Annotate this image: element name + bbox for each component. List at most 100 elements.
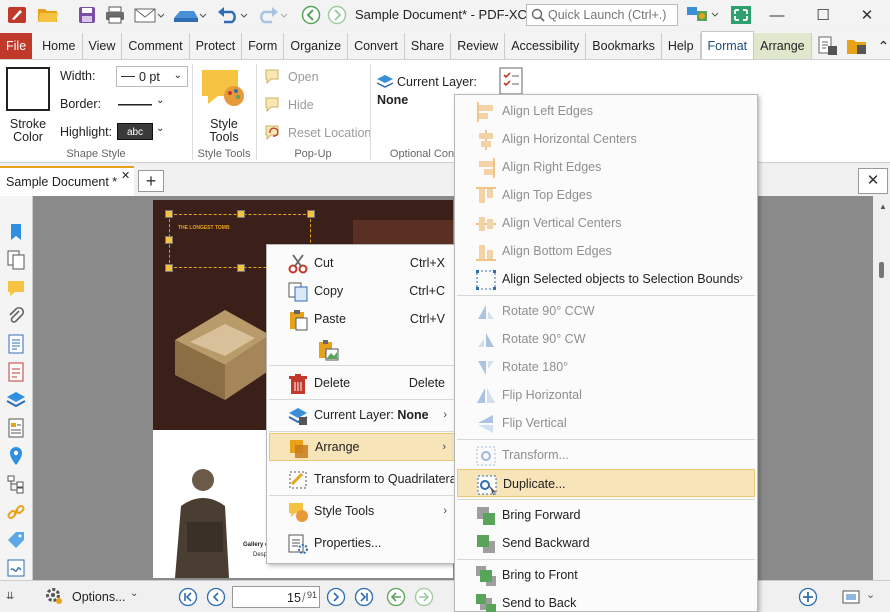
customize-toolbar-icon[interactable] [684, 4, 722, 26]
scrollbar-thumb[interactable] [879, 262, 884, 278]
structure-icon[interactable] [6, 474, 26, 494]
forward-icon[interactable] [326, 4, 348, 26]
stroke-color-swatch[interactable] [6, 67, 50, 111]
submenu-align-hcenter[interactable]: Align Horizontal Centers [457, 125, 755, 153]
tool-icon-a[interactable] [812, 33, 842, 59]
submenu-send-to-back[interactable]: Send to Back [457, 589, 755, 612]
selection-handle[interactable] [237, 210, 245, 218]
menu-item-style-tools[interactable]: Style Tools › [269, 497, 455, 525]
menu-item-delete[interactable]: Delete Delete [269, 369, 455, 397]
selection-handle[interactable] [237, 264, 245, 272]
submenu-rotate-180[interactable]: Rotate 180° [457, 353, 755, 381]
quick-launch[interactable] [526, 4, 678, 26]
submenu-align-vcenter[interactable]: Align Vertical Centers [457, 209, 755, 237]
menu-item-paste-image[interactable] [269, 335, 455, 363]
open-folder-icon[interactable] [34, 4, 62, 26]
style-tools-button[interactable]: Style Tools [198, 118, 250, 144]
fields-icon[interactable] [6, 362, 26, 382]
vertical-scrollbar[interactable]: ▲ [873, 196, 890, 580]
selection-handle[interactable] [307, 210, 315, 218]
undo-icon[interactable] [214, 4, 250, 26]
tab-format[interactable]: Format [700, 31, 755, 59]
tab-accessibility[interactable]: Accessibility [505, 33, 587, 59]
tab-file[interactable]: File [0, 33, 33, 59]
new-tab-button[interactable]: + [138, 170, 164, 192]
tab-help[interactable]: Help [662, 33, 701, 59]
email-icon[interactable] [132, 4, 166, 26]
close-window-button[interactable]: ✕ [844, 0, 890, 30]
tab-arrange[interactable]: Arrange [754, 33, 812, 59]
options-button[interactable]: Options... [72, 590, 126, 604]
page-layout-icon[interactable] [842, 589, 860, 605]
signatures-icon[interactable] [6, 558, 26, 578]
width-dropdown[interactable]: 0 pt ⌄ [116, 66, 188, 87]
menu-item-cut[interactable]: Cut Ctrl+X [269, 249, 455, 277]
menu-item-arrange[interactable]: Arrange › [269, 433, 455, 461]
tab-review[interactable]: Review [451, 33, 506, 59]
previous-page-icon[interactable] [206, 587, 226, 607]
destinations-icon[interactable] [6, 446, 26, 466]
tags-icon[interactable] [6, 418, 26, 438]
menu-item-paste[interactable]: Paste Ctrl+V [269, 305, 455, 333]
submenu-transform[interactable]: Transform... [457, 441, 755, 469]
submenu-rotate-cw[interactable]: Rotate 90° CW [457, 325, 755, 353]
tab-bookmarks[interactable]: Bookmarks [586, 33, 662, 59]
save-icon[interactable] [76, 4, 98, 26]
comments-icon[interactable] [6, 278, 26, 298]
content-icon[interactable] [6, 334, 26, 354]
submenu-duplicate[interactable]: Duplicate... [457, 469, 755, 497]
close-document-button[interactable]: ✕ [858, 168, 888, 194]
back-view-icon[interactable] [386, 587, 406, 607]
print-icon[interactable] [104, 4, 126, 26]
menu-item-properties[interactable]: Properties... [269, 529, 455, 557]
current-layer-value[interactable]: None [377, 93, 408, 107]
bookmarks-icon[interactable] [6, 222, 26, 242]
pages-icon[interactable] [6, 250, 26, 270]
selection-handle[interactable] [165, 236, 173, 244]
links-icon[interactable] [6, 502, 26, 522]
reset-location-button[interactable]: Reset Location [288, 126, 371, 140]
close-tab-icon[interactable]: ✕ [121, 169, 130, 182]
selection-handle[interactable] [165, 210, 173, 218]
submenu-align-right[interactable]: Align Right Edges [457, 153, 755, 181]
selection-handle[interactable] [165, 264, 173, 272]
tab-view[interactable]: View [83, 33, 123, 59]
layers-panel-icon[interactable] [6, 390, 26, 410]
menu-item-copy[interactable]: Copy Ctrl+C [269, 277, 455, 305]
tab-organize[interactable]: Organize [284, 33, 349, 59]
scan-icon[interactable] [170, 4, 208, 26]
page-number-field[interactable]: 15 / 91 [232, 586, 320, 608]
submenu-rotate-ccw[interactable]: Rotate 90° CCW [457, 297, 755, 325]
submenu-align-to-bounds[interactable]: Align Selected objects to Selection Boun… [457, 265, 755, 293]
submenu-align-left[interactable]: Align Left Edges [457, 97, 755, 125]
zoom-in-icon[interactable] [798, 587, 818, 607]
hide-popup-button[interactable]: Hide [288, 98, 314, 112]
maximize-button[interactable]: ☐ [800, 0, 846, 30]
menu-item-current-layer[interactable]: Current Layer: None › [269, 401, 455, 429]
attachments-icon[interactable] [6, 306, 26, 326]
submenu-flip-horizontal[interactable]: Flip Horizontal [457, 381, 755, 409]
tool-icon-b[interactable] [842, 33, 872, 59]
stroke-color-button[interactable]: Stroke Color [6, 118, 50, 144]
submenu-bring-to-front[interactable]: Bring to Front [457, 561, 755, 589]
submenu-align-bottom[interactable]: Align Bottom Edges [457, 237, 755, 265]
tab-form[interactable]: Form [242, 33, 285, 59]
style-tools-icon[interactable] [198, 66, 250, 110]
collapse-ribbon-icon[interactable]: ⌃ [872, 33, 890, 59]
first-page-icon[interactable] [178, 587, 198, 607]
redo-icon[interactable] [254, 4, 290, 26]
quick-launch-input[interactable] [548, 8, 673, 22]
tag-label-icon[interactable] [6, 530, 26, 550]
submenu-bring-forward[interactable]: Bring Forward [457, 501, 755, 529]
submenu-flip-vertical[interactable]: Flip Vertical [457, 409, 755, 437]
highlight-dropdown[interactable]: abc ⌄ [116, 123, 168, 141]
tab-sample-document[interactable]: Sample Document * ✕ [0, 166, 134, 196]
submenu-send-backward[interactable]: Send Backward [457, 529, 755, 557]
next-page-icon[interactable] [326, 587, 346, 607]
chevron-down-icon[interactable]: ⌄ [866, 588, 875, 601]
tab-comment[interactable]: Comment [122, 33, 190, 59]
forward-view-icon[interactable] [414, 587, 434, 607]
minimize-button[interactable]: — [754, 0, 800, 30]
tab-protect[interactable]: Protect [190, 33, 243, 59]
panel-toggle-icon[interactable]: ⇊ [6, 591, 14, 602]
